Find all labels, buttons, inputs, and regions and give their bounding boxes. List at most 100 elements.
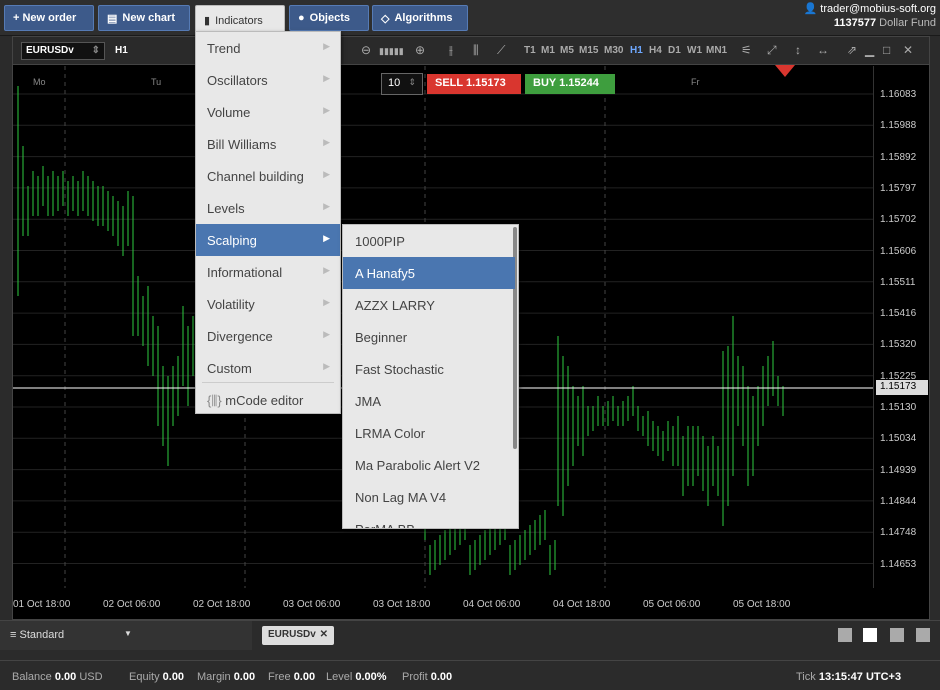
chevron-right-icon: ▶ (323, 73, 330, 83)
menu-item-oscillators[interactable]: Oscillators ▶ (196, 64, 340, 96)
new-chart-label: New chart (122, 12, 175, 24)
vertical-resize-icon[interactable]: ↕ (795, 43, 801, 57)
layout-grid-icon[interactable] (863, 628, 877, 642)
submenu-item-ma-parabolic-alert-v2[interactable]: Ma Parabolic Alert V2 (343, 449, 515, 481)
menu-item-volume[interactable]: Volume ▶ (196, 96, 340, 128)
new-order-button[interactable]: + New order (4, 5, 94, 31)
expand-icon[interactable]: ⤢ (767, 43, 777, 58)
layout-vertical-icon[interactable] (890, 628, 904, 642)
sell-button[interactable]: SELL 1.15173 (427, 74, 521, 94)
objects-icon: ● (298, 12, 305, 24)
objects-label: Objects (309, 12, 351, 24)
time-label: 01 Oct 18:00 (13, 599, 71, 610)
menu-item-scalping[interactable]: Scalping ▶ (196, 224, 340, 256)
chevron-right-icon: ▶ (323, 233, 330, 243)
menu-item-custom[interactable]: Custom ▶ (196, 352, 340, 384)
price-label: 1.15034 (880, 433, 917, 445)
chevron-right-icon: ▶ (323, 41, 330, 51)
crosshair-icon[interactable]: ⫲ (449, 43, 453, 58)
popout-icon[interactable]: ⇗ (847, 43, 857, 57)
price-label: 1.15416 (880, 308, 917, 320)
tf-t1[interactable]: T1 (524, 45, 536, 56)
menu-item-bill-williams[interactable]: Bill Williams ▶ (196, 128, 340, 160)
chevron-right-icon: ▶ (323, 201, 330, 211)
settings-icon[interactable]: ⚟ (741, 43, 752, 57)
close-tab-icon[interactable]: ✕ (320, 629, 328, 640)
price-label: 1.15320 (880, 339, 917, 351)
menu-item-levels[interactable]: Levels ▶ (196, 192, 340, 224)
workspace-label: Standard (19, 629, 65, 641)
symbol-selector[interactable]: EURUSDv ⇕ (21, 42, 105, 60)
new-chart-button[interactable]: ▤ New chart (98, 5, 190, 31)
chevron-right-icon: ▶ (323, 297, 330, 307)
close-icon[interactable]: ✕ (903, 43, 913, 57)
quantity-input[interactable]: 10 ⇕ (381, 73, 423, 95)
account-user: trader@mobius-soft.org (820, 3, 936, 15)
zoom-in-icon[interactable]: ⊕ (415, 43, 425, 57)
chart-tab[interactable]: EURUSDv ✕ (262, 626, 334, 645)
indicators-menu: Trend ▶ Oscillators ▶ Volume ▶ Bill Williams ▶ C… (195, 31, 341, 414)
price-label: 1.15797 (880, 182, 917, 194)
zoom-out-icon[interactable]: ⊖ (361, 43, 371, 57)
chevron-right-icon: ▶ (323, 361, 330, 371)
price-label: 1.15702 (880, 214, 917, 226)
equity-label: Equity (129, 671, 160, 683)
menu-item-volatility[interactable]: Volatility ▶ (196, 288, 340, 320)
zoom-slider[interactable]: ▮▮▮▮▮ (379, 46, 404, 57)
free-value: 0.00 (293, 671, 316, 683)
price-label: 1.14939 (880, 464, 917, 476)
submenu-item-1000pip[interactable]: 1000PIP (343, 225, 515, 257)
price-axis[interactable]: 1.16083 1.15988 1.15892 1.15797 1.15702 1.156… (873, 66, 929, 588)
time-axis[interactable]: 01 Oct 18:00 02 Oct 06:00 02 Oct 18:00 03 O… (13, 593, 873, 613)
price-label: 1.16083 (880, 89, 917, 100)
submenu-item-non-lag-ma-v4[interactable]: Non Lag MA V4 (343, 481, 515, 513)
workspace-selector[interactable]: ≡ Standard ▼ (0, 621, 252, 650)
tf-mn1[interactable]: MN1 (706, 45, 727, 56)
candles-icon[interactable]: ⫼ (473, 43, 479, 58)
buy-button[interactable]: BUY 1.15244 (525, 74, 615, 94)
layout-horizontal-icon[interactable] (916, 628, 930, 642)
time-label: 02 Oct 18:00 (193, 599, 251, 610)
tf-d1[interactable]: D1 (668, 45, 681, 56)
line-chart-icon[interactable]: ⟋ (497, 43, 505, 58)
submenu-item-a-hanafy5[interactable]: A Hanafy5 (343, 257, 515, 289)
menu-item-informational[interactable]: Informational ▶ (196, 256, 340, 288)
submenu-item-fast-stochastic[interactable]: Fast Stochastic (343, 353, 515, 385)
menu-item-label: Scalping (207, 233, 257, 248)
menu-item-label: Divergence (207, 329, 273, 344)
chevron-right-icon: ▶ (323, 137, 330, 147)
minimize-icon[interactable]: ▁ (865, 43, 874, 57)
tf-m15[interactable]: M15 (579, 45, 598, 56)
submenu-item-lrma-color[interactable]: LRMA Color (343, 417, 515, 449)
tf-h1[interactable]: H1 (630, 45, 643, 56)
mcode-editor-item[interactable]: {⫼} mCode editor (196, 386, 340, 418)
tick-label: Tick (796, 671, 816, 683)
tf-m30[interactable]: M30 (604, 45, 623, 56)
algorithms-button[interactable]: ◇ Algorithms (372, 5, 468, 31)
status-bar: Balance 0.00 USD Equity 0.00 Margin 0.00… (0, 660, 940, 690)
submenu-item-azzx-larry[interactable]: AZZX LARRY (343, 289, 515, 321)
horizontal-resize-icon[interactable]: ↔ (817, 43, 829, 57)
menu-item-channel-building[interactable]: Channel building ▶ (196, 160, 340, 192)
tf-w1[interactable]: W1 (687, 45, 702, 56)
menu-item-divergence[interactable]: Divergence ▶ (196, 320, 340, 352)
submenu-item-beginner[interactable]: Beginner (343, 321, 515, 353)
price-label: 1.14844 (880, 495, 917, 507)
chart-icon: ▤ (107, 12, 118, 25)
tf-m5[interactable]: M5 (560, 45, 574, 56)
chevron-right-icon: ▶ (323, 265, 330, 275)
submenu-item-jma[interactable]: JMA (343, 385, 515, 417)
tf-m1[interactable]: M1 (541, 45, 555, 56)
menu-item-trend[interactable]: Trend ▶ (196, 32, 340, 64)
timezone-value[interactable]: UTC+3 (866, 671, 901, 683)
time-label: 05 Oct 18:00 (733, 599, 791, 610)
tf-h4[interactable]: H4 (649, 45, 662, 56)
current-bar-marker (775, 65, 795, 77)
objects-button[interactable]: ● Objects (289, 5, 369, 31)
maximize-icon[interactable]: □ (883, 43, 890, 57)
submenu-item-parma-bb[interactable]: ParMA BB (343, 513, 515, 528)
account-info[interactable]: 👤 trader@mobius-soft.org 1137577 Dollar … (788, 2, 936, 29)
spin-icon: ⇕ (91, 45, 100, 56)
time-label: 04 Oct 18:00 (553, 599, 611, 610)
layout-single-icon[interactable] (838, 628, 852, 642)
